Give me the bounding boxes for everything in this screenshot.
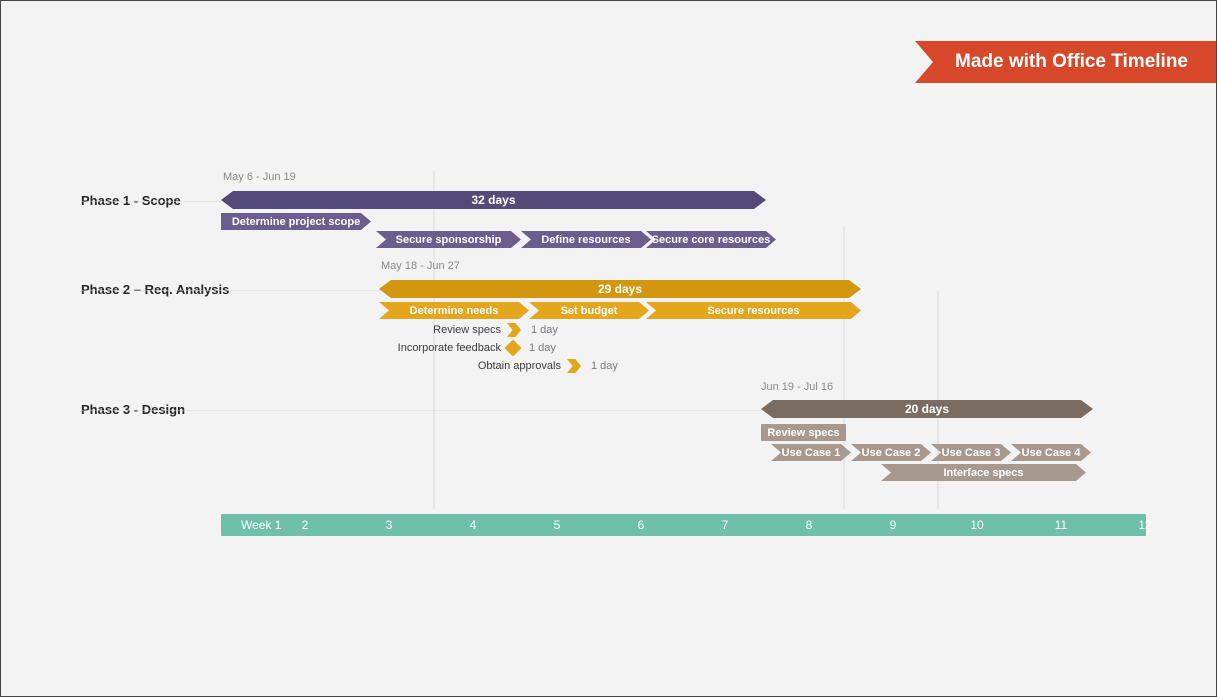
milestone: Obtain approvals 1 day (451, 357, 618, 375)
ribbon-badge: Made with Office Timeline (915, 41, 1216, 83)
task-bar: Review specs (761, 424, 846, 441)
row-guide (81, 201, 221, 202)
milestone: Incorporate feedback 1 day (391, 339, 556, 357)
task-bar: Secure sponsorship (376, 231, 521, 248)
phase-daterange: May 6 - Jun 19 (223, 171, 296, 183)
task-bar: Use Case 2 (851, 444, 931, 461)
task-bar: Define resources (521, 231, 651, 248)
task-bar: Set budget (529, 302, 649, 319)
phase-summary-bar: 20 days (761, 400, 1093, 418)
row-guide (81, 410, 761, 411)
chevron-icon (567, 359, 581, 373)
phase-daterange: May 18 - Jun 27 (381, 260, 460, 272)
phase-summary-bar: 32 days (221, 191, 766, 209)
week-axis: Week 1 2 3 4 5 6 7 8 9 10 11 12 (221, 514, 1146, 536)
diamond-icon (505, 340, 522, 357)
task-bar: Secure resources (646, 302, 861, 319)
task-bar: Use Case 1 (771, 444, 851, 461)
task-bar: Use Case 4 (1011, 444, 1091, 461)
phase-daterange: Jun 19 - Jul 16 (761, 381, 833, 393)
timeline-canvas: Phase 1 - Scope May 6 - Jun 19 32 days D… (81, 171, 1146, 536)
phase-summary-bar: 29 days (379, 280, 861, 298)
task-bar: Determine needs (379, 302, 529, 319)
milestone: Review specs 1 day (391, 321, 558, 339)
task-bar: Determine project scope (221, 213, 371, 230)
task-bar: Use Case 3 (931, 444, 1011, 461)
row-guide (81, 290, 381, 291)
chevron-icon (507, 323, 521, 337)
task-bar: Secure core resources (646, 231, 776, 248)
task-bar: Interface specs (881, 464, 1086, 481)
